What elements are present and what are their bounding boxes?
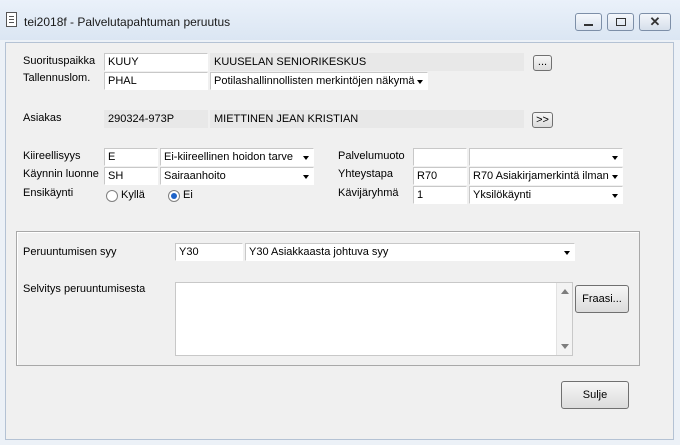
selvitys-label: Selvitys peruuntumisesta — [23, 283, 146, 295]
asiakas-label: Asiakas — [23, 112, 62, 124]
kaynnin-luonne-label: Käynnin luonne — [23, 168, 99, 180]
kiireellisyys-value: Ei-kiireellinen hoidon tarve — [164, 151, 294, 163]
minimize-icon — [584, 24, 593, 26]
chevron-down-icon — [417, 80, 423, 84]
close-window-button[interactable]: ✕ — [639, 13, 671, 31]
scroll-up-icon[interactable] — [561, 289, 569, 294]
kiireellisyys-code-input[interactable]: E — [104, 148, 158, 166]
chevron-down-icon — [303, 156, 309, 160]
yhteystapa-label: Yhteystapa — [338, 168, 394, 180]
tallennuslom-code-input[interactable]: PHAL — [104, 72, 208, 90]
yhteystapa-select[interactable]: R70 Asiakirjamerkintä ilman — [469, 167, 623, 185]
palvelumuoto-label: Palvelumuoto — [338, 150, 405, 162]
chevron-down-icon — [612, 194, 618, 198]
asiakas-id-field: 290324-973P — [104, 110, 208, 128]
fraasi-button[interactable]: Fraasi... — [575, 285, 629, 313]
asiakas-details-button[interactable]: >> — [532, 112, 553, 128]
tallennuslom-value: Potilashallinnollisten merkintöjen näkym… — [214, 75, 415, 87]
ensikaynti-label: Ensikäynti — [23, 187, 74, 199]
scroll-down-icon[interactable] — [561, 344, 569, 349]
kavijaryhma-code-input[interactable]: 1 — [413, 186, 467, 204]
peruuntumisen-syy-code-input[interactable]: Y30 — [175, 243, 243, 261]
palvelumuoto-code-input[interactable] — [413, 148, 467, 166]
window-title: tei2018f - Palvelutapahtuman peruutus — [24, 15, 231, 29]
selvitys-textarea[interactable] — [175, 282, 573, 356]
chevron-down-icon — [612, 175, 618, 179]
kaynnin-luonne-value: Sairaanhoito — [164, 170, 226, 182]
peruuntumisen-syy-value: Y30 Asiakkaasta johtuva syy — [249, 246, 389, 258]
suorituspaikka-code-input[interactable]: KUUY — [104, 53, 208, 71]
close-icon: ✕ — [649, 14, 661, 29]
kiireellisyys-label: Kiireellisyys — [23, 150, 81, 162]
chevron-down-icon — [612, 156, 618, 160]
tallennuslom-label: Tallennuslom. — [23, 72, 91, 84]
maximize-icon — [616, 18, 626, 26]
suorituspaikka-browse-button[interactable]: ... — [533, 55, 552, 71]
chevron-down-icon — [564, 251, 570, 255]
maximize-button[interactable] — [607, 13, 634, 31]
suorituspaikka-label: Suorituspaikka — [23, 55, 96, 67]
kavijaryhma-label: Kävijäryhmä — [338, 187, 399, 199]
chevron-down-icon — [303, 175, 309, 179]
ensikaynti-no-label: Ei — [183, 189, 193, 201]
selvitys-scrollbar[interactable] — [556, 283, 572, 355]
kaynnin-luonne-code-input[interactable]: SH — [104, 167, 158, 185]
peruuntumisen-syy-label: Peruuntumisen syy — [23, 246, 117, 258]
kavijaryhma-value: Yksilökäynti — [473, 189, 532, 201]
suorituspaikka-name-field: KUUSELAN SENIORIKESKUS — [210, 53, 524, 71]
kavijaryhma-select[interactable]: Yksilökäynti — [469, 186, 623, 204]
peruuntumisen-syy-select[interactable]: Y30 Asiakkaasta johtuva syy — [245, 243, 575, 261]
document-icon — [6, 12, 17, 27]
kiireellisyys-select[interactable]: Ei-kiireellinen hoidon tarve — [160, 148, 314, 166]
ensikaynti-no-radio[interactable] — [168, 190, 180, 202]
palvelumuoto-select[interactable] — [469, 148, 623, 166]
yhteystapa-value: R70 Asiakirjamerkintä ilman — [473, 170, 609, 182]
tallennuslom-select[interactable]: Potilashallinnollisten merkintöjen näkym… — [210, 72, 428, 90]
minimize-button[interactable] — [575, 13, 602, 31]
kaynnin-luonne-select[interactable]: Sairaanhoito — [160, 167, 314, 185]
ensikaynti-yes-label: Kyllä — [121, 189, 145, 201]
yhteystapa-code-input[interactable]: R70 — [413, 167, 467, 185]
close-button[interactable]: Sulje — [561, 381, 629, 409]
ensikaynti-yes-radio[interactable] — [106, 190, 118, 202]
asiakas-name-field: MIETTINEN JEAN KRISTIAN — [210, 110, 524, 128]
